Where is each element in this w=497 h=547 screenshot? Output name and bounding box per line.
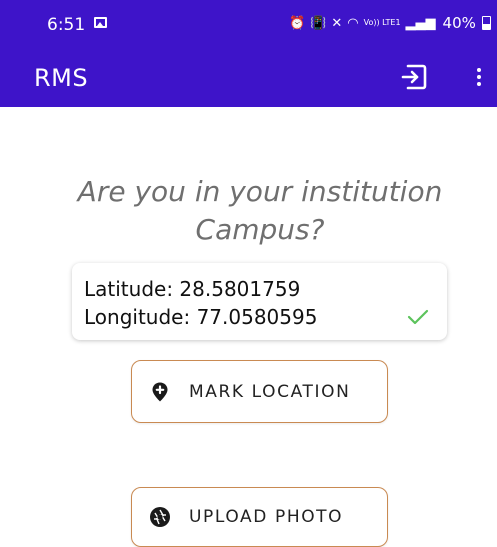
longitude-text: Longitude: 77.0580595	[84, 305, 318, 329]
network-label: Vo)) LTE1	[363, 18, 401, 27]
logout-button[interactable]	[397, 60, 431, 94]
mute-icon: ✕	[331, 15, 343, 31]
camera-shutter-icon	[150, 507, 170, 527]
more-vert-icon	[477, 68, 481, 72]
campus-question: Are you in your institution Campus?	[77, 175, 443, 246]
add-location-icon	[152, 382, 168, 401]
gallery-icon	[94, 17, 107, 28]
mark-location-button[interactable]: MARK LOCATION	[131, 360, 388, 423]
more-options-button[interactable]	[469, 62, 489, 92]
wifi-icon: ◠	[347, 15, 359, 31]
status-time: 6:51	[47, 15, 86, 35]
app-title: RMS	[34, 64, 89, 92]
vibrate-icon: 📳	[310, 15, 327, 31]
signal-icon: ▂▄▆	[405, 15, 436, 31]
status-icons: ⏰ 📳 ✕ ◠ Vo)) LTE1 ▂▄▆ 40%	[289, 14, 491, 32]
coordinates-card: Latitude: 28.5801759 Longitude: 77.05805…	[72, 263, 447, 340]
app-bar: RMS	[0, 50, 497, 107]
battery-icon	[481, 16, 491, 30]
check-icon	[407, 309, 429, 325]
alarm-icon: ⏰	[289, 15, 306, 31]
mark-location-label: MARK LOCATION	[189, 381, 351, 402]
upload-photo-button[interactable]: UPLOAD PHOTO	[131, 487, 388, 547]
upload-photo-label: UPLOAD PHOTO	[189, 507, 344, 527]
battery-percent: 40%	[442, 14, 476, 32]
logout-icon	[401, 64, 427, 90]
status-bar: 6:51 ⏰ 📳 ✕ ◠ Vo)) LTE1 ▂▄▆ 40%	[0, 0, 497, 50]
latitude-text: Latitude: 28.5801759	[84, 277, 301, 301]
